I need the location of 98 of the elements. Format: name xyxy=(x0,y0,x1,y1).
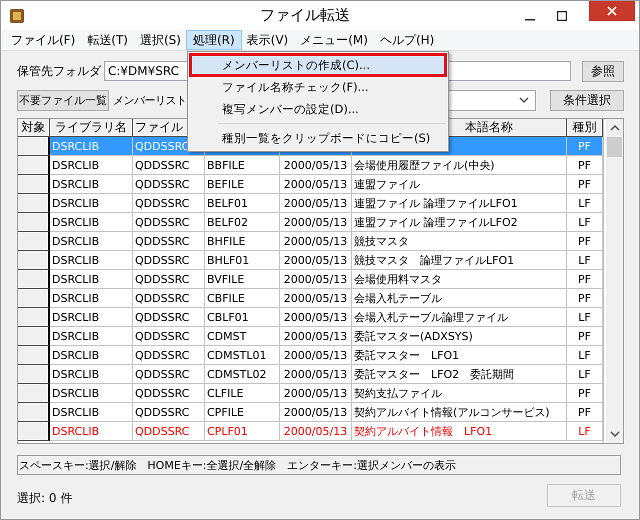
table-cell: 委託マスター(ADXSYS) xyxy=(354,328,473,344)
table-cell: 2000/05/13 xyxy=(284,234,348,248)
table-cell: 契約アルバイト情報(アルコンサービス) xyxy=(354,404,550,420)
table-cell: 2000/05/13 xyxy=(284,254,348,266)
table-cell: 2000/05/13 xyxy=(284,330,348,342)
table-cell: QDDSSRC xyxy=(135,424,190,438)
table-cell: 契約アルバイト情報 LFO1 xyxy=(354,424,492,438)
table-cell: QDDSSRC xyxy=(135,158,190,172)
table-cell: QDDSSRC xyxy=(135,368,190,380)
table-cell: QDDSSRC xyxy=(135,348,190,362)
table-cell: DSRCLIB xyxy=(52,310,100,324)
table-cell: CPLF01 xyxy=(207,424,248,438)
table-cell: BBFILE xyxy=(207,158,245,172)
table-cell: 2000/05/13 xyxy=(284,292,348,304)
table-cell: 2000/05/13 xyxy=(284,196,348,210)
table-cell: CDMSTL02 xyxy=(207,368,266,380)
table-cell: LF xyxy=(578,254,591,266)
table-cell: BELF02 xyxy=(207,216,248,228)
table-cell: 連盟ファイル xyxy=(354,176,420,192)
table-cell: DSRCLIB xyxy=(52,330,100,342)
table-cell: DSRCLIB xyxy=(52,196,100,210)
table-cell: LF xyxy=(578,348,591,362)
table-cell: 会場入札テーブル論理ファイル xyxy=(354,310,508,324)
table-cell: BEFILE xyxy=(207,178,244,190)
table-cell: 2000/05/13 xyxy=(284,178,348,190)
table-cell: QDDSSRC xyxy=(135,406,190,418)
window-title: ファイル転送 xyxy=(259,6,351,25)
table-cell: QDDSSRC xyxy=(135,310,190,324)
table-cell: DSRCLIB xyxy=(52,254,100,266)
table-cell: DSRCLIB xyxy=(52,216,100,228)
table-cell: LF xyxy=(578,216,591,228)
table-cell: DSRCLIB xyxy=(52,424,100,438)
table-cell: QDDSSRC xyxy=(135,234,190,248)
table-cell: LF xyxy=(578,196,591,210)
table-cell: DSRCLIB xyxy=(52,234,100,248)
table-cell: 2000/05/13 xyxy=(284,348,348,362)
table-cell: 競技マスタ 論理ファイルLFO1 xyxy=(354,252,514,268)
table-cell: BELF01 xyxy=(207,196,248,210)
table-cell: LF xyxy=(578,424,591,438)
table-cell: 契約支払ファイル xyxy=(354,386,442,400)
table-cell: BHFILE xyxy=(207,234,246,248)
table-cell: DSRCLIB xyxy=(52,386,100,400)
selection-count: 選択: 0 件 xyxy=(17,490,72,507)
member-list-label: メンバーリスト xyxy=(113,92,186,108)
table-cell: PF xyxy=(578,272,591,286)
table-cell: 委託マスター LFO1 xyxy=(354,348,460,362)
table-cell: 2000/05/13 xyxy=(284,216,348,228)
table-cell: DSRCLIB xyxy=(52,140,100,152)
table-cell: 連盟ファイル 論理ファイルLFO1 xyxy=(354,196,518,210)
table-cell: BVFILE xyxy=(207,272,244,286)
table-cell: 競技マスタ xyxy=(354,234,409,248)
table-cell: 2000/05/13 xyxy=(284,158,348,172)
table-cell: CDMST xyxy=(207,330,246,342)
table-cell: DSRCLIB xyxy=(52,406,100,418)
table-cell: LF xyxy=(578,310,591,324)
table-cell: PF xyxy=(578,330,591,342)
table-cell: PF xyxy=(578,292,591,304)
table-cell: DSRCLIB xyxy=(52,158,100,172)
table-cell: PF xyxy=(578,406,591,418)
table-cell: QDDSSRC xyxy=(135,272,190,286)
table-cell: 2000/05/13 xyxy=(284,368,348,380)
table-cell: 会場入札テーブル xyxy=(354,290,442,306)
table-cell: DSRCLIB xyxy=(52,368,100,380)
table-cell: CPFILE xyxy=(207,406,244,418)
table-cell: 2000/05/13 xyxy=(284,310,348,324)
table-cell: LF xyxy=(578,368,591,380)
table-cell: QDDSSRC xyxy=(135,254,190,266)
folder-label: 保管先フォルダ xyxy=(17,62,101,80)
table-cell: 2000/05/13 xyxy=(284,424,348,438)
table-cell: 委託マスター LFO2 委託期間 xyxy=(354,366,514,382)
table-cell: DSRCLIB xyxy=(52,348,100,362)
table-cell: CLFILE xyxy=(207,386,244,400)
table-cell: CDMSTL01 xyxy=(207,348,266,362)
table-cell: CBLF01 xyxy=(207,310,249,324)
table-cell: QDDSSRC xyxy=(135,196,190,210)
table-cell: PF xyxy=(578,386,591,400)
table-cell: PF xyxy=(578,140,591,152)
table-cell: QDDSSRC xyxy=(135,330,190,342)
table-cell: QDDSSRC xyxy=(135,386,190,400)
key-hint-bar: スペースキー:選択/解除 HOMEキー:全選択/全解除 エンターキー:選択メンバーの表示 xyxy=(17,455,621,475)
table-cell: 2000/05/13 xyxy=(284,386,348,400)
table-cell: DSRCLIB xyxy=(52,272,100,286)
table-cell: 2000/05/13 xyxy=(284,406,348,418)
table-cell: QDDSSRC xyxy=(135,140,190,152)
table-cell: QDDSSRC xyxy=(135,216,190,228)
table-cell: DSRCLIB xyxy=(52,178,100,190)
table-cell: QDDSSRC xyxy=(135,292,190,304)
table-cell: DSRCLIB xyxy=(52,292,100,304)
table-cell: 会場使用履歴ファイル(中央) xyxy=(354,158,495,172)
table-cell: PF xyxy=(578,158,591,172)
table-cell: PF xyxy=(578,234,591,248)
table-cell: BHLF01 xyxy=(207,254,250,266)
table-cell: 連盟ファイル 論理ファイルLFO2 xyxy=(354,214,518,230)
table-cell: 会場使用料マスタ xyxy=(354,272,442,286)
table-cell: 2000/05/13 xyxy=(284,272,348,286)
table-cell: QDDSSRC xyxy=(135,178,190,190)
table-cell: CBFILE xyxy=(207,292,245,304)
table-cell: PF xyxy=(578,178,591,190)
